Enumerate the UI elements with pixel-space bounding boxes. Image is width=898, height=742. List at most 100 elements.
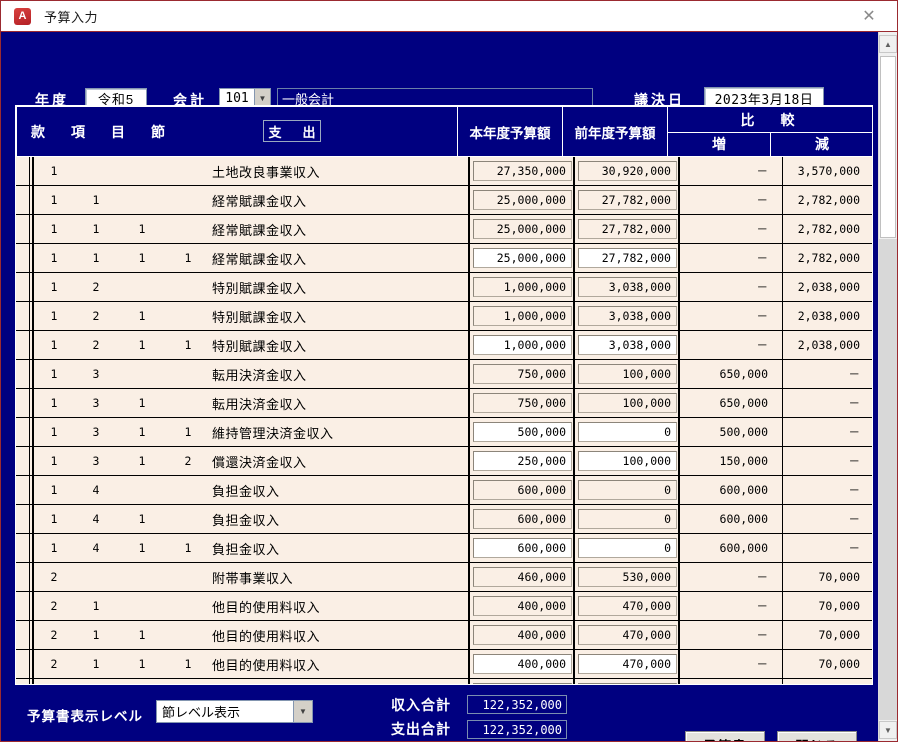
current-year-input[interactable]: 400,000 xyxy=(473,625,572,645)
table-row[interactable]: 1 1 1 1 経常賦課金収入 25,000,000 27,782,000 － 2,782,00… xyxy=(16,244,872,273)
previous-year-input[interactable]: 0 xyxy=(578,509,677,529)
current-year-input[interactable]: 600,000 xyxy=(473,509,572,529)
record-selector[interactable] xyxy=(16,360,34,388)
vertical-scrollbar[interactable]: ▲ ▼ xyxy=(878,32,897,741)
current-year-input[interactable]: 25,000,000 xyxy=(473,248,572,268)
previous-year-input[interactable]: 470,000 xyxy=(578,625,677,645)
previous-year-input[interactable]: 3,038,000 xyxy=(578,306,677,326)
current-year-input[interactable]: 600,000 xyxy=(473,538,572,558)
current-year-input[interactable]: 1,000,000 xyxy=(473,335,572,355)
access-icon: A xyxy=(14,7,31,25)
table-body[interactable]: 1 土地改良事業収入 27,350,000 30,920,000 － 3,570,000 1… xyxy=(16,157,872,684)
cell-decrease: － xyxy=(848,396,861,410)
column-divider xyxy=(573,273,575,301)
record-selector[interactable] xyxy=(16,215,34,243)
current-year-input[interactable]: 500,000 xyxy=(473,422,572,442)
table-row[interactable]: 1 1 1 経常賦課金収入 25,000,000 27,782,000 － 2,782,000 xyxy=(16,215,872,244)
current-year-input[interactable]: 250,000 xyxy=(473,451,572,471)
previous-year-input[interactable]: 27,782,000 xyxy=(578,219,677,239)
record-selector[interactable] xyxy=(16,157,34,185)
current-year-input[interactable]: 400,000 xyxy=(473,654,572,674)
budget-input-window: A 予算入力 ✕ 年度 令和5 会計 101 ▼ 一般会計 議決日 2023年3… xyxy=(0,0,898,742)
record-selector[interactable] xyxy=(16,273,34,301)
table-row[interactable]: 1 2 1 1 特別賦課金収入 1,000,000 3,038,000 － 2,038,000 xyxy=(16,331,872,360)
current-year-input[interactable]: 600,000 xyxy=(473,480,572,500)
previous-year-input[interactable]: 100,000 xyxy=(578,393,677,413)
table-row[interactable]: 2 1 他目的使用料収入 400,000 470,000 － 70,000 xyxy=(16,592,872,621)
table-row[interactable]: 1 4 負担金収入 600,000 0 600,000 － xyxy=(16,476,872,505)
display-level-combo[interactable]: 節レベル表示 ▼ xyxy=(156,700,313,723)
previous-year-input[interactable]: 100,000 xyxy=(578,451,677,471)
record-selector[interactable] xyxy=(16,621,34,649)
cell-kan: 1 xyxy=(50,222,58,236)
current-year-input[interactable]: 25,000,000 xyxy=(473,190,572,210)
table-row[interactable]: 1 3 1 転用決済金収入 750,000 100,000 650,000 － xyxy=(16,389,872,418)
table-row[interactable]: 1 土地改良事業収入 27,350,000 30,920,000 － 3,570,000 xyxy=(16,157,872,186)
current-year-input[interactable]: 25,000,000 xyxy=(473,219,572,239)
current-year-input[interactable]: 400,000 xyxy=(473,596,572,616)
column-header-comparison: 比 較 xyxy=(740,111,801,128)
record-selector[interactable] xyxy=(16,389,34,417)
scrollbar-thumb[interactable] xyxy=(880,56,896,238)
record-selector[interactable] xyxy=(16,302,34,330)
previous-year-input[interactable]: 0 xyxy=(578,538,677,558)
previous-year-input[interactable]: 27,782,000 xyxy=(578,248,677,268)
current-year-input[interactable]: 1,000,000 xyxy=(473,277,572,297)
table-row[interactable]: 2 1 1 1 他目的使用料収入 400,000 470,000 － 70,000 xyxy=(16,650,872,679)
table-row[interactable]: 1 3 転用決済金収入 750,000 100,000 650,000 － xyxy=(16,360,872,389)
table-row[interactable]: 1 2 特別賦課金収入 1,000,000 3,038,000 － 2,038,000 xyxy=(16,273,872,302)
column-divider xyxy=(468,650,470,678)
scroll-down-icon[interactable]: ▼ xyxy=(879,721,897,739)
close-button[interactable]: 閉じる xyxy=(777,731,857,741)
table-row[interactable]: 1 2 1 特別賦課金収入 1,000,000 3,038,000 － 2,038,000 xyxy=(16,302,872,331)
previous-year-input[interactable]: 530,000 xyxy=(578,567,677,587)
record-selector[interactable] xyxy=(16,447,34,475)
previous-year-input[interactable]: 27,782,000 xyxy=(578,190,677,210)
record-selector[interactable] xyxy=(16,418,34,446)
current-year-input[interactable]: 460,000 xyxy=(473,567,572,587)
record-selector[interactable] xyxy=(16,244,34,272)
expense-toggle-button[interactable]: 支 出 xyxy=(263,120,321,142)
record-selector[interactable] xyxy=(16,476,34,504)
previous-year-input[interactable]: 100,000 xyxy=(578,364,677,384)
previous-year-input[interactable]: 3,038,000 xyxy=(578,277,677,297)
column-divider xyxy=(573,215,575,243)
budget-report-button[interactable]: 予算書 xyxy=(685,731,765,741)
record-selector[interactable] xyxy=(16,534,34,562)
current-year-input[interactable]: 1,000,000 xyxy=(473,306,572,326)
record-selector[interactable] xyxy=(16,650,34,678)
cell-kan: 1 xyxy=(50,425,58,439)
cell-item-name: 維持管理決済金収入 xyxy=(212,425,334,441)
table-row[interactable]: 1 4 1 1 負担金収入 600,000 0 600,000 － xyxy=(16,534,872,563)
record-selector[interactable] xyxy=(16,505,34,533)
previous-year-input[interactable]: 470,000 xyxy=(578,596,677,616)
chevron-down-icon[interactable]: ▼ xyxy=(293,701,312,722)
scrollbar-track[interactable] xyxy=(879,239,897,720)
record-selector[interactable] xyxy=(16,186,34,214)
previous-year-input[interactable]: 30,920,000 xyxy=(578,161,677,181)
cell-kan: 1 xyxy=(50,396,58,410)
table-row[interactable]: 1 1 経常賦課金収入 25,000,000 27,782,000 － 2,782,000 xyxy=(16,186,872,215)
column-divider xyxy=(782,302,783,330)
previous-year-input[interactable]: 0 xyxy=(578,422,677,442)
current-year-input[interactable]: 27,350,000 xyxy=(473,161,572,181)
table-row[interactable]: 2 1 1 他目的使用料収入 400,000 470,000 － 70,000 xyxy=(16,621,872,650)
close-icon[interactable]: ✕ xyxy=(849,1,889,31)
record-selector[interactable] xyxy=(16,563,34,591)
column-divider xyxy=(468,476,470,504)
table-row[interactable]: 1 3 1 1 維持管理決済金収入 500,000 0 500,000 － xyxy=(16,418,872,447)
current-year-input[interactable]: 750,000 xyxy=(473,393,572,413)
table-row[interactable]: 1 3 1 2 償還決済金収入 250,000 100,000 150,000 － xyxy=(16,447,872,476)
record-selector[interactable] xyxy=(16,331,34,359)
previous-year-input[interactable]: 470,000 xyxy=(578,654,677,674)
current-year-input-wrap: 500,000 xyxy=(473,422,572,442)
display-level-value: 節レベル表示 xyxy=(162,705,241,720)
scroll-up-icon[interactable]: ▲ xyxy=(879,35,897,53)
table-row[interactable]: 1 4 1 負担金収入 600,000 0 600,000 － xyxy=(16,505,872,534)
record-selector[interactable] xyxy=(16,592,34,620)
current-year-input[interactable]: 750,000 xyxy=(473,364,572,384)
previous-year-input[interactable]: 0 xyxy=(578,480,677,500)
previous-year-input-wrap: 0 xyxy=(578,509,677,529)
previous-year-input[interactable]: 3,038,000 xyxy=(578,335,677,355)
table-row[interactable]: 2 附帯事業収入 460,000 530,000 － 70,000 xyxy=(16,563,872,592)
